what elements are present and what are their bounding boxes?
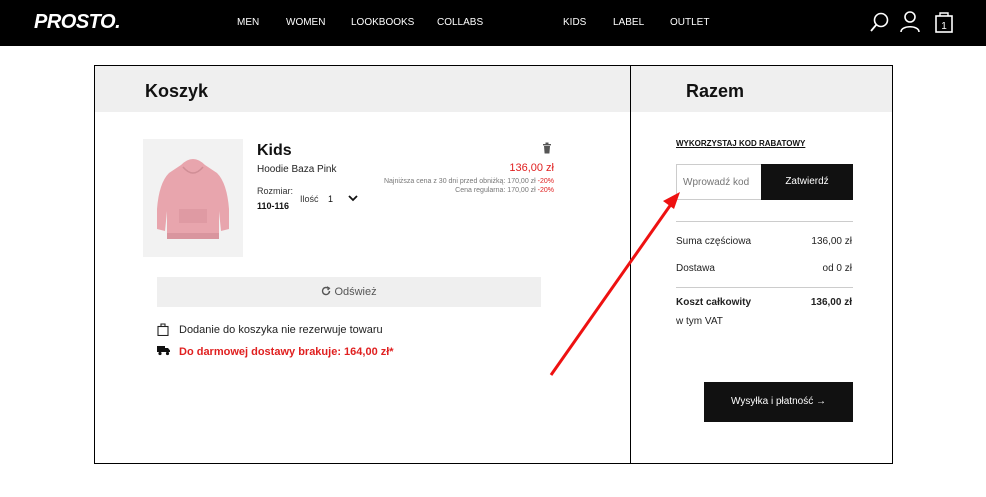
trash-icon[interactable] (542, 142, 552, 154)
nav-women[interactable]: WOMEN (286, 17, 325, 28)
reserve-notice: Dodanie do koszyka nie rezerwuje towaru (157, 323, 383, 339)
shopping-bag-icon (157, 323, 169, 337)
cart-bag-icon[interactable]: 1 (933, 10, 955, 34)
user-account-icon[interactable] (899, 10, 921, 34)
nav-men[interactable]: MEN (237, 17, 259, 28)
quantity-select[interactable]: 1 (328, 194, 333, 204)
top-header: PROSTO. MEN WOMEN LOOKBOOKS COLLABS KIDS… (0, 0, 986, 46)
cart-title: Koszyk (145, 81, 209, 101)
hoodie-image (157, 159, 229, 239)
summary-title: Razem (686, 81, 745, 101)
nav-collabs[interactable]: COLLABS (437, 17, 483, 28)
cart-count: 1 (941, 21, 947, 32)
free-shipping-text: Do darmowej dostawy brakuje: 164,00 zł* (179, 346, 394, 358)
product-name[interactable]: Kids (257, 142, 292, 160)
size-label: Rozmiar: (257, 186, 294, 196)
total-value: 136,00 zł (810, 297, 852, 308)
vat-label: w tym VAT (676, 316, 723, 327)
lowest-price-info: Najniższa cena z 30 dni przed obniżką: 1… (383, 178, 554, 185)
free-shipping-notice: Do darmowej dostawy brakuje: 164,00 zł* (157, 345, 394, 359)
divider (676, 287, 853, 288)
subtotal-value: 136,00 zł (811, 236, 852, 247)
nav-lookbooks[interactable]: LOOKBOOKS (351, 17, 414, 28)
delivery-truck-icon (157, 346, 170, 356)
refresh-button[interactable]: Odśwież (157, 277, 541, 307)
refresh-icon (322, 286, 331, 296)
subtotal-label: Suma częściowa (676, 236, 752, 247)
quantity-label: Ilość (300, 194, 319, 204)
promo-submit-button[interactable]: Zatwierdź (761, 164, 853, 200)
size-value: 110-116 (257, 201, 290, 211)
summary-header: Razem (631, 66, 892, 112)
checkout-button[interactable]: Wysyłka i płatność → (704, 382, 853, 422)
nav-label[interactable]: LABEL (613, 17, 644, 28)
chevron-down-icon[interactable] (348, 193, 358, 203)
refresh-label: Odśwież (334, 286, 377, 298)
shipping-value: od 0 zł (822, 263, 852, 274)
product-price: 136,00 zł (509, 162, 554, 174)
summary-panel: Razem WYKORZYSTAJ KOD RABATOWY Zatwierdź… (630, 65, 893, 464)
nav-outlet[interactable]: OUTLET (670, 17, 709, 28)
regular-price-info: Cena regularna: 170,00 zł -20% (455, 187, 554, 194)
product-image[interactable] (143, 139, 243, 257)
divider (676, 221, 853, 222)
shipping-label: Dostawa (676, 263, 715, 274)
cart-panel: Koszyk Kids Hoodie Baza Pink Rozmiar: 11… (94, 65, 631, 464)
nav-kids[interactable]: KIDS (563, 17, 586, 28)
product-description: Hoodie Baza Pink (257, 164, 337, 175)
cart-header: Koszyk (95, 66, 630, 112)
total-label: Koszt całkowity (676, 297, 752, 308)
promo-code-link[interactable]: WYKORZYSTAJ KOD RABATOWY (676, 139, 805, 148)
promo-code-input[interactable] (676, 164, 762, 200)
brand-logo[interactable]: PROSTO. (34, 11, 121, 34)
search-icon[interactable] (869, 10, 891, 34)
reserve-notice-text: Dodanie do koszyka nie rezerwuje towaru (179, 324, 383, 336)
